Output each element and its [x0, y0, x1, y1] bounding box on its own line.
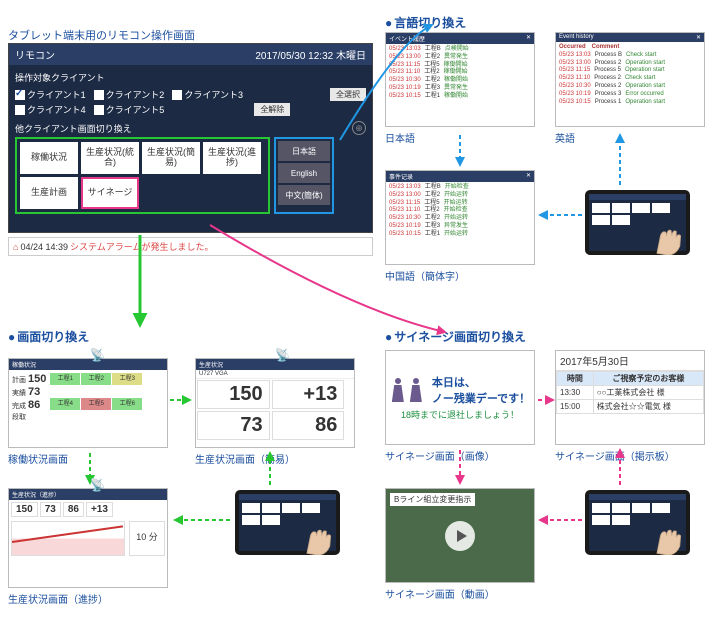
close-icon[interactable]: ✕	[526, 34, 531, 43]
select-all-button[interactable]: 全選択	[330, 88, 366, 101]
lang-button-group: 日本語 English 中文(簡体)	[274, 137, 334, 214]
alarm-time: 04/24 14:39	[20, 242, 68, 252]
client-5-checkbox[interactable]: クライアント5	[94, 103, 165, 116]
screen-prod-simple-button[interactable]: 生産状況(簡易)	[142, 142, 200, 174]
people-icon	[390, 378, 424, 402]
remote-panel: リモコン 2017/05/30 12:32 木曜日 操作対象クライアント クライ…	[8, 43, 373, 233]
lang-panel-jp: イベント履歴✕ 05/23 13:03 工程B 点検開始05/23 13:00 …	[385, 32, 535, 127]
lang-cn-label: 中国語（簡体字）	[385, 268, 465, 283]
signage-video-label: サイネージ画面（動画）	[385, 586, 495, 601]
screen-prod-total-button[interactable]: 生産状況(統合)	[81, 142, 139, 174]
progress-panel: 生産状況（進捗） 150 73 86 +13 10 分	[8, 488, 168, 588]
lang-en-button[interactable]: English	[278, 163, 330, 183]
signage-board-panel: 2017年5月30日 時間ご視察予定のお客様 13:30○○工業株式会社 様 1…	[555, 350, 705, 445]
panel-title: 事件记录	[389, 172, 413, 181]
antenna-icon: 📡	[90, 348, 105, 362]
signage-image-label: サイネージ画面（画像）	[385, 448, 495, 463]
progress-label: 生産状況画面（進捗）	[8, 591, 108, 606]
checkbox-icon	[172, 90, 182, 100]
client-3-checkbox[interactable]: クライアント3	[172, 88, 243, 101]
simple-label: 生産状況画面（簡易）	[195, 451, 295, 466]
lang-jp-button[interactable]: 日本語	[278, 141, 330, 161]
close-icon[interactable]: ✕	[526, 172, 531, 181]
checkbox-icon	[15, 90, 25, 100]
page-title: タブレット端末用のリモコン操作画面	[8, 27, 195, 43]
screen-kadou-button[interactable]: 稼働状況	[20, 142, 78, 174]
remote-titlebar: リモコン 2017/05/30 12:32 木曜日	[9, 44, 372, 65]
section-screen-heading: 画面切り換え	[8, 328, 89, 345]
checkbox-icon	[94, 90, 104, 100]
lang-panel-cn: 事件记录✕ 05/23 13:03 工程B 开始检查05/23 13:00 工程…	[385, 170, 535, 265]
lang-panel-en: Event history✕ Occurred Comment05/23 13:…	[555, 32, 705, 127]
kadou-panel: 稼働状況 計画 150 実績 73 完成 86 段取 工程1 工程2 工程3 工…	[8, 358, 168, 448]
tablet-lang	[585, 190, 690, 255]
screen-plan-button[interactable]: 生産計画	[20, 177, 78, 209]
client-4-checkbox[interactable]: クライアント4	[15, 103, 86, 116]
screen-signage-button[interactable]: サイネージ	[81, 177, 139, 209]
video-caption: Bライン組立変更指示	[390, 493, 475, 506]
section-lang-heading: 言語切り換え	[385, 14, 466, 31]
lang-en-label: 英語	[555, 130, 575, 145]
kadou-label: 稼働状況画面	[8, 451, 68, 466]
screen-prod-progress-button[interactable]: 生産状況(進捗)	[203, 142, 261, 174]
signage-board-label: サイネージ画面（掲示板）	[555, 448, 675, 463]
alarm-bar: ⌂ 04/24 14:39 システムアラームが発生しました。	[8, 237, 373, 256]
client-section-label: 操作対象クライアント	[15, 71, 366, 84]
antenna-icon: 📡	[90, 478, 105, 492]
panel-title: イベント履歴	[389, 34, 425, 43]
signage-image-panel: 本日は、 ノー残業デーです！ 18時までに退社しましょう！	[385, 350, 535, 445]
signage-video-panel: Bライン組立変更指示	[385, 488, 535, 583]
tablet-screen	[235, 490, 340, 555]
simple-panel: 生産状況 U727 VGA 150 +13 73 86	[195, 358, 355, 448]
antenna-icon: 📡	[275, 348, 290, 362]
deselect-all-button[interactable]: 全解除	[254, 103, 290, 116]
client-1-checkbox[interactable]: クライアント1	[15, 88, 86, 101]
tablet-signage	[585, 490, 690, 555]
lang-cn-button[interactable]: 中文(簡体)	[278, 185, 330, 205]
home-icon: ⌂	[13, 242, 18, 252]
checkbox-icon	[94, 105, 104, 115]
client-2-checkbox[interactable]: クライアント2	[94, 88, 165, 101]
close-icon[interactable]: ✕	[696, 34, 701, 41]
play-icon[interactable]	[445, 521, 475, 551]
checkbox-icon	[15, 105, 25, 115]
remote-timestamp: 2017/05/30 12:32 木曜日	[255, 47, 366, 62]
remote-title: リモコン	[15, 47, 55, 62]
lang-jp-label: 日本語	[385, 130, 415, 145]
section-signage-heading: サイネージ画面切り換え	[385, 328, 526, 345]
panel-title: Event history	[559, 34, 594, 41]
alarm-text: システムアラームが発生しました。	[70, 240, 213, 253]
globe-icon[interactable]: ⊕	[352, 121, 366, 135]
screen-button-group: 稼働状況 生産状況(統合) 生産状況(簡易) 生産状況(進捗) 生産計画 サイネ…	[15, 137, 270, 214]
screen-section-label: 他クライアント画面切り換え	[15, 122, 366, 135]
